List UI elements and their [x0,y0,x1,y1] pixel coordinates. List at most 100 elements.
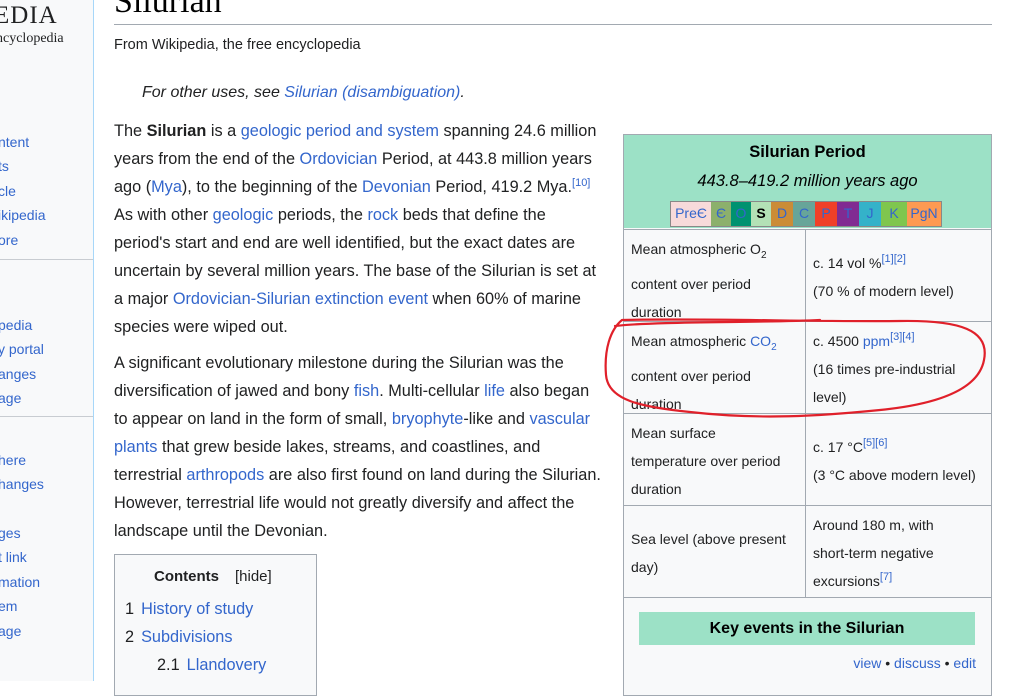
sidebar-item-community-portal[interactable]: y portal [0,337,93,361]
row-label: Mean surface temperature over period durat… [631,419,796,503]
toc-item[interactable]: 1 History of study [125,600,253,619]
link-rock[interactable]: rock [367,206,398,224]
infobox: Silurian Period 443.8–419.2 million year… [623,134,992,696]
toc-item-number: 2 [125,628,135,646]
subscript: 2 [771,341,777,353]
edit-link[interactable]: edit [953,655,976,671]
link-geologic[interactable]: geologic [213,206,274,224]
sidebar-tools: here hanges [0,448,93,497]
column-divider [805,230,806,321]
bold-term: Silurian [146,122,207,140]
link-mya[interactable]: Mya [151,178,182,196]
sidebar-item-about-wikipedia[interactable]: ikipedia [0,203,93,227]
sidebar-item-related-changes[interactable]: hanges [0,472,93,496]
hatnote: For other uses, see Silurian (disambigua… [142,84,465,102]
link-extinction-event[interactable]: Ordovician-Silurian extinction event [173,290,428,308]
timescale-period[interactable]: S [751,202,771,226]
separator-dot: • [940,655,954,671]
link-fish[interactable]: fish [354,382,379,400]
timescale-period[interactable]: T [837,202,859,226]
sidebar-divider [0,416,93,417]
sidebar-divider [0,259,93,260]
sidebar-item-recent-changes[interactable]: anges [0,362,93,386]
wikipedia-logo-wordmark[interactable]: EDIA [0,2,58,30]
timescale-period[interactable]: O [731,202,751,226]
sidebar-tools-more: ges t link mation em age [0,521,93,643]
link-devonian[interactable]: Devonian [362,178,431,196]
sidebar-item-cite-item[interactable]: em [0,594,93,618]
label-text: Mean surface [631,425,716,441]
link-bryophyte[interactable]: bryophyte [392,410,464,428]
toc-heading: Contents [154,568,219,585]
view-link[interactable]: view [853,655,881,671]
sidebar-item-upload-file[interactable]: age [0,386,93,410]
text: . Multi-cellular [379,382,485,400]
link-co2[interactable]: CO [750,333,771,349]
link-ppm[interactable]: ppm [863,333,890,349]
sidebar-item-what-links-here[interactable]: here [0,448,93,472]
page-title: Silurian [114,0,992,25]
toc-hide-toggle[interactable]: [hide] [235,568,272,585]
timescale-period[interactable]: J [859,202,881,226]
toc-item-link[interactable]: Subdivisions [141,628,232,646]
infobox-subtitle: 443.8–419.2 million years ago [697,172,918,190]
timescale-period[interactable]: PreЄ [671,202,711,226]
toc-hide-label[interactable]: [hide] [235,568,272,585]
citation-link[interactable]: [1][2] [881,253,905,265]
column-divider [805,414,806,505]
link-ordovician[interactable]: Ordovician [300,150,378,168]
text: is a [206,122,241,140]
table-of-contents: Contents [hide] 1 History of study 2 Subdi… [114,554,317,696]
timescale-period[interactable]: PgN [907,202,941,226]
infobox-row-sea-level: Sea level (above present day) Around 180 … [624,505,991,597]
intro-paragraph-2: A significant evolutionary milestone dur… [114,349,602,545]
text: As with other [114,206,213,224]
toc-item-number: 2.1 [157,656,180,674]
timescale-period[interactable]: Є [711,202,731,226]
toc-item-link[interactable]: History of study [141,600,253,618]
label-text: duration [631,481,682,497]
label-text: temperature over period [631,453,781,469]
row-label: Mean atmospheric CO2 content over period d… [631,327,796,418]
citation-link[interactable]: [10] [572,177,590,189]
toc-subitem[interactable]: 2.1 Llandovery [157,656,266,675]
subscript: 2 [760,249,767,261]
sidebar-item-special-pages[interactable]: ges [0,521,93,545]
sidebar: EDIA ncyclopedia ntent ts cle ikipedia o… [0,0,94,681]
citation-link[interactable]: [5][6] [863,437,887,449]
value-text: Around 180 m, with [813,517,934,533]
sidebar-item-page-information[interactable]: mation [0,570,93,594]
key-events-header[interactable]: Key events in the Silurian [639,612,975,645]
sidebar-item-permanent-link[interactable]: t link [0,545,93,569]
timescale-period[interactable]: K [881,202,907,226]
link-arthropods[interactable]: arthropods [186,466,264,484]
timescale-period[interactable]: P [815,202,837,226]
timescale-period[interactable]: C [793,202,815,226]
link-life[interactable]: life [484,382,505,400]
discuss-link[interactable]: discuss [894,655,941,671]
value-text: (70 % of modern level) [813,283,954,299]
citation-link[interactable]: [7] [880,571,892,583]
sidebar-item-contents[interactable]: ntent [0,130,93,154]
sidebar-item-more[interactable]: ore [0,228,93,252]
column-divider [805,322,806,413]
toc-item-link[interactable]: Llandovery [187,656,267,674]
sidebar-item-wikidata-page[interactable]: age [0,619,93,643]
sidebar-navigation: ntent ts cle ikipedia ore [0,130,93,252]
sidebar-item-current-events[interactable]: ts [0,154,93,178]
value-text: c. 14 vol % [813,255,882,271]
label-text: Mean atmospheric O [631,241,761,257]
value-text: (16 times pre-industrial [813,361,956,377]
toc-item[interactable]: 2 Subdivisions [125,628,232,647]
disambiguation-link[interactable]: Silurian (disambiguation) [284,84,460,101]
sidebar-item-learn-to-edit[interactable]: pedia [0,313,93,337]
column-divider [805,506,806,597]
timescale-period[interactable]: D [771,202,793,226]
text: ), to the beginning of the [181,178,363,196]
site-tagline: From Wikipedia, the free encyclopedia [114,37,361,53]
sidebar-item-random-article[interactable]: cle [0,179,93,203]
link-geologic-period[interactable]: geologic period and system [241,122,439,140]
label-text: duration [631,395,682,412]
label-text: Sea level (above present [631,531,786,547]
citation-link[interactable]: [3][4] [890,331,914,343]
